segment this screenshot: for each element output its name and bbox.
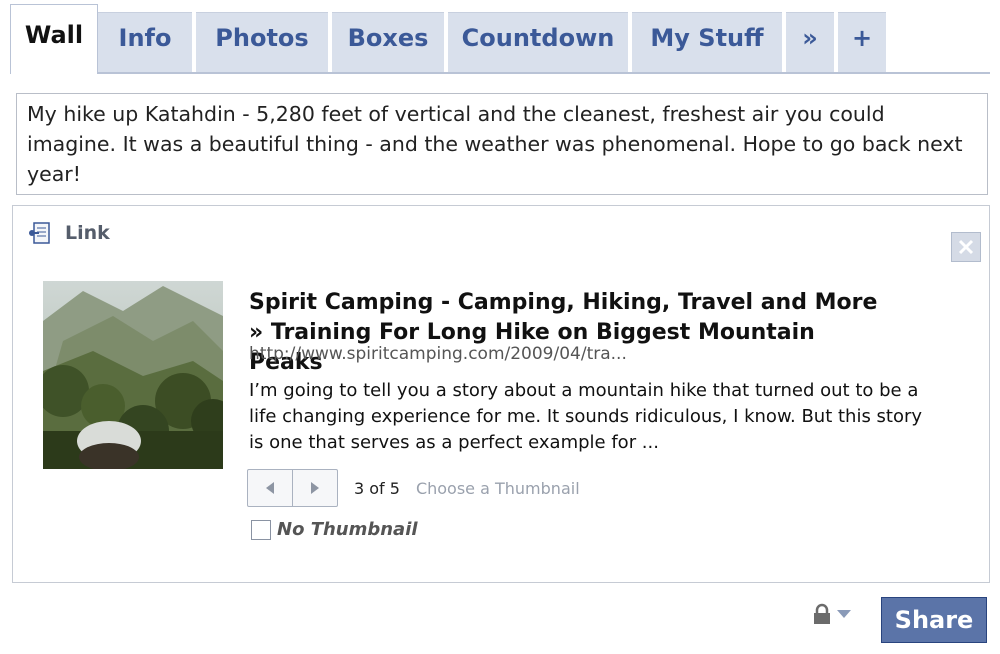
- profile-tab-bar: Wall Info Photos Boxes Countdown My Stuf…: [0, 0, 1000, 74]
- thumbnail-pager-buttons: [247, 469, 338, 507]
- no-thumbnail-option: No Thumbnail: [251, 519, 418, 540]
- link-header: Link: [27, 220, 110, 246]
- link-title[interactable]: Spirit Camping - Camping, Hiking, Travel…: [249, 288, 889, 378]
- tab-divider: [10, 72, 990, 74]
- choose-thumbnail-hint: Choose a Thumbnail: [415, 478, 580, 498]
- tab-countdown[interactable]: Countdown: [448, 12, 628, 72]
- tab-my-stuff[interactable]: My Stuff: [632, 12, 782, 72]
- link-thumbnail-image: [43, 281, 223, 469]
- no-thumbnail-checkbox[interactable]: [251, 519, 271, 540]
- thumbnail-pager: 3 of 5 Choose a Thumbnail: [247, 469, 580, 507]
- close-icon: [958, 239, 974, 255]
- privacy-selector[interactable]: [812, 603, 852, 625]
- share-button[interactable]: Share: [881, 597, 987, 643]
- link-header-label: Link: [65, 222, 110, 244]
- no-thumbnail-label[interactable]: No Thumbnail: [277, 519, 418, 540]
- link-description: I’m going to tell you a story about a mo…: [249, 380, 923, 453]
- tab-boxes[interactable]: Boxes: [332, 12, 444, 72]
- more-tabs-button[interactable]: »: [786, 12, 834, 72]
- arrow-right-icon: [311, 482, 319, 494]
- link-url: http://www.spiritcamping.com/2009/04/tra…: [249, 344, 627, 364]
- status-textarea[interactable]: My hike up Katahdin - 5,280 feet of vert…: [16, 93, 988, 195]
- previous-thumbnail-button[interactable]: [248, 470, 292, 506]
- tab-photos[interactable]: Photos: [196, 12, 328, 72]
- link-icon: [29, 222, 50, 244]
- link-attachment-panel: Link Spirit Camping - Camping, Hiking, T…: [12, 205, 990, 583]
- thumbnail-counter: 3 of 5: [354, 478, 400, 498]
- lock-icon: [814, 603, 830, 624]
- add-tab-button[interactable]: +: [838, 12, 886, 72]
- next-thumbnail-button[interactable]: [292, 470, 337, 506]
- tab-info[interactable]: Info: [98, 12, 192, 72]
- arrow-left-icon: [266, 482, 274, 494]
- chevron-down-icon: [837, 610, 851, 618]
- close-link-button[interactable]: [951, 232, 981, 262]
- tab-wall[interactable]: Wall: [10, 4, 98, 74]
